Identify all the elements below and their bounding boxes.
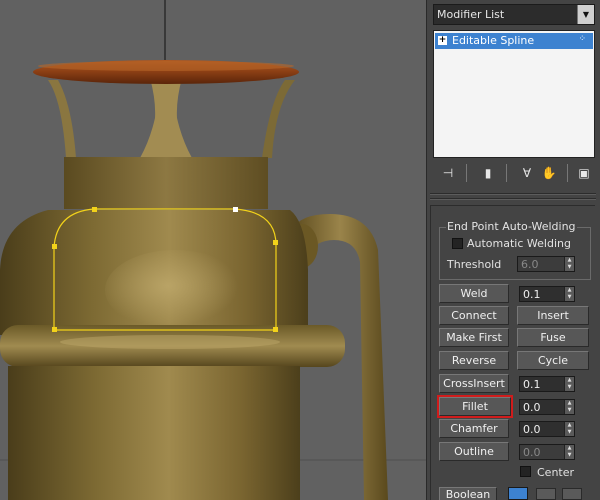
fuse-button[interactable]: Fuse [517,328,589,347]
drag-handle-icon[interactable]: ⁘ [578,34,587,44]
outline-value: 0.0 [523,446,541,459]
remove-modifier-icon[interactable]: ✋ [539,163,559,183]
boolean-button[interactable]: Boolean [439,487,497,500]
pin-stack-icon[interactable]: ⊣ [438,163,458,183]
subtraction-icon[interactable] [536,488,556,500]
cycle-button[interactable]: Cycle [517,351,589,370]
panel-separator [430,193,596,195]
end-point-welding-group [439,227,591,280]
fillet-button[interactable]: Fillet [437,395,513,418]
stack-item-label: Editable Spline [452,34,535,47]
crossinsert-value: 0.1 [523,378,541,391]
toolbar-divider [466,164,467,182]
make-first-button[interactable]: Make First [439,328,509,347]
fillet-value: 0.0 [523,401,541,414]
weld-spinner[interactable]: 0.1 ▲ ▼ [519,286,575,302]
panel-separator [430,198,596,200]
chamfer-value: 0.0 [523,423,541,436]
show-end-result-icon[interactable]: ▮ [478,163,498,183]
automatic-welding-label: Automatic Welding [467,237,571,250]
crossinsert-spinner[interactable]: 0.1 ▲ ▼ [519,376,575,392]
end-point-welding-title: End Point Auto-Welding [446,220,577,233]
make-unique-icon[interactable]: ∀ [517,163,537,183]
outline-spinner[interactable]: 0.0 ▲ ▼ [519,444,575,460]
modifier-list-label: Modifier List [437,8,505,21]
toolbar-divider [506,164,507,182]
weld-button[interactable]: Weld [439,284,509,303]
stack-toolbar: ⊣ ▮ ∀ ✋ ▣ [433,163,595,185]
chevron-down-icon[interactable]: ▼ [577,5,594,24]
expand-icon[interactable]: + [438,36,447,45]
automatic-welding-checkbox[interactable] [452,238,463,249]
spinner-arrows-icon[interactable]: ▲ ▼ [564,422,574,436]
stack-item-editable-spline[interactable]: + Editable Spline ⁘ [435,33,593,49]
toolbar-divider [567,164,568,182]
modifier-list-dropdown[interactable]: Modifier List ▼ [433,4,595,25]
insert-button[interactable]: Insert [517,306,589,325]
spinner-arrows-icon[interactable]: ▲ ▼ [564,445,574,459]
reverse-button[interactable]: Reverse [439,351,509,370]
spinner-arrows-icon[interactable]: ▲ ▼ [564,400,574,414]
chamfer-spinner[interactable]: 0.0 ▲ ▼ [519,421,575,437]
threshold-value: 6.0 [521,258,539,271]
connect-button[interactable]: Connect [439,306,509,325]
intersection-icon[interactable] [562,488,582,500]
weld-value: 0.1 [523,288,541,301]
threshold-label: Threshold [447,258,502,271]
fillet-spinner[interactable]: 0.0 ▲ ▼ [519,399,575,415]
union-icon[interactable] [508,487,528,500]
crossinsert-button[interactable]: CrossInsert [439,374,509,393]
spinner-arrows-icon[interactable]: ▲ ▼ [564,257,574,271]
viewport[interactable] [0,0,426,500]
threshold-spinner[interactable]: 6.0 ▲ ▼ [517,256,575,272]
chamfer-button[interactable]: Chamfer [439,419,509,438]
viewport-scene [0,0,426,500]
modifier-stack[interactable]: + Editable Spline ⁘ [433,30,595,158]
spinner-arrows-icon[interactable]: ▲ ▼ [564,287,574,301]
outline-button[interactable]: Outline [439,442,509,461]
spinner-arrows-icon[interactable]: ▲ ▼ [564,377,574,391]
center-checkbox[interactable] [520,466,531,477]
configure-sets-icon[interactable]: ▣ [574,163,594,183]
center-label: Center [537,466,575,479]
